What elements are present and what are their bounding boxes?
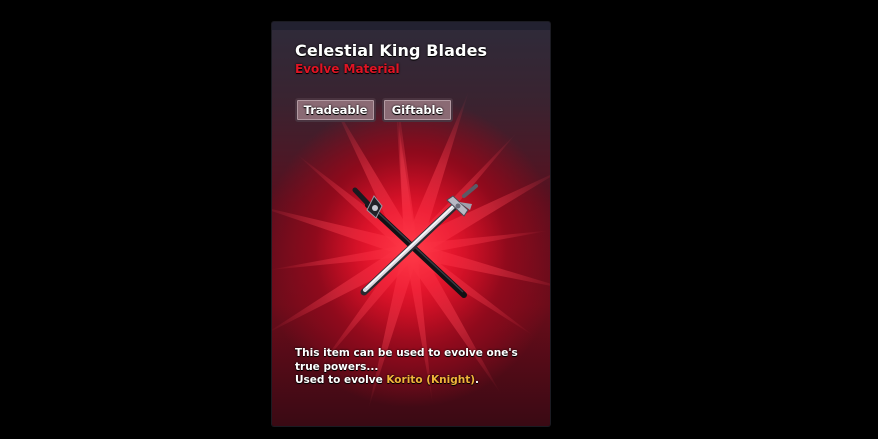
screen: Celestial King Blades Evolve Material Tr… [0,0,878,439]
item-info-card: Celestial King Blades Evolve Material Tr… [272,22,550,426]
evolve-prefix: Used to evolve [295,374,387,386]
light-ray [406,131,519,255]
light-ray [395,105,417,251]
light-ray [272,244,412,271]
evolve-suffix: . [475,374,480,386]
dark-sword [352,187,467,298]
item-category-label: Evolve Material [295,62,400,76]
item-tags: Tradeable Giftable [295,98,453,122]
light-ray [406,244,534,337]
giftable-badge[interactable]: Giftable [382,98,453,122]
light-ray [272,204,414,258]
light-ray [272,242,416,335]
description-line-1: This item can be used to evolve one's [295,347,518,359]
item-description: This item can be used to evolve one's tr… [295,347,535,388]
light-ray [410,230,550,256]
light-ray [406,167,550,259]
silver-sword [360,184,478,296]
item-title: Celestial King Blades [295,41,488,60]
description-line-2: true powers... [295,360,379,373]
light-ray [296,153,416,256]
evolve-target-unit: Korito (Knight) [386,374,476,386]
description-line-3: Used to evolve Korito (Knight). [295,374,535,388]
light-ray [397,100,418,251]
tradeable-badge[interactable]: Tradeable [295,98,376,122]
light-ray [409,242,550,290]
